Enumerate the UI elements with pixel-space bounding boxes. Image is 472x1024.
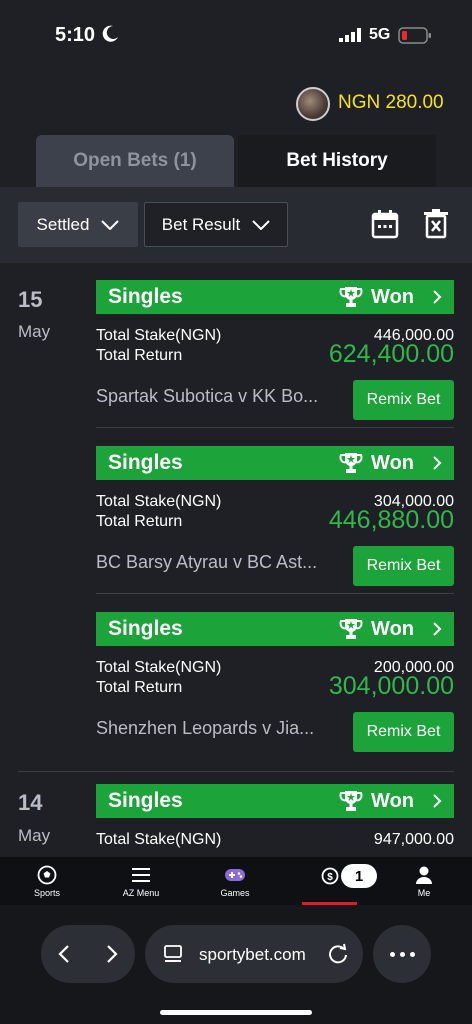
more-button[interactable]	[373, 925, 431, 983]
url-text: sportybet.com	[199, 945, 306, 964]
nav-games-label: Games	[220, 888, 250, 898]
signal-icon	[339, 28, 361, 42]
match-name: Shenzhen Leopards v Jia...	[96, 718, 315, 738]
return-value: 304,000.00	[328, 672, 454, 700]
tabs-icon	[164, 945, 182, 962]
return-label: Total Return	[96, 679, 183, 696]
tab-bet-history[interactable]: Bet History	[238, 135, 436, 187]
network-label: 5G	[369, 26, 391, 43]
nav-me-label: Me	[417, 888, 431, 898]
chevron-down-icon	[101, 219, 120, 230]
chevron-down-icon	[252, 219, 270, 230]
bet-card-header[interactable]: Singles Won	[96, 280, 454, 314]
calendar-icon[interactable]	[371, 209, 399, 239]
user-icon	[416, 866, 432, 884]
bet-type: Singles	[108, 285, 183, 308]
return-label: Total Return	[96, 347, 183, 364]
date-month: May	[18, 826, 51, 845]
bet-status: Won	[371, 789, 414, 812]
nav-sports-label: Sports	[33, 888, 60, 898]
status-bar: 5:10 5G	[0, 0, 472, 70]
bottom-nav: Sports AZ Menu Games $ Me	[0, 857, 472, 905]
bet-card-header[interactable]: Singles Won	[96, 612, 454, 646]
settled-dropdown[interactable]: Settled	[18, 202, 138, 247]
bet-card-header[interactable]: Singles Won	[96, 784, 454, 818]
gamepad-icon	[225, 869, 245, 881]
chevron-right-icon	[433, 456, 442, 470]
bet-slip-icon: $	[321, 867, 339, 885]
more-dot	[399, 951, 405, 957]
match-name: Spartak Subotica v KK Bo...	[96, 386, 319, 406]
bet-card[interactable]: Singles Won Total Stake(NGN) 947,000.00	[96, 784, 454, 857]
nav-az-menu[interactable]: AZ Menu	[101, 857, 181, 905]
bet-type: Singles	[108, 617, 183, 640]
bet-status: Won	[371, 285, 414, 308]
date-day: 15	[18, 287, 43, 312]
stake-label: Total Stake(NGN)	[96, 831, 222, 848]
home-indicator	[160, 1010, 312, 1015]
section-divider	[18, 771, 454, 772]
trophy-icon	[339, 287, 363, 307]
card-divider	[96, 593, 454, 594]
remix-bet-button[interactable]: Remix Bet	[353, 546, 454, 586]
bet-card-header[interactable]: Singles Won	[96, 446, 454, 480]
bet-result-dropdown[interactable]: Bet Result	[144, 202, 288, 247]
date-day: 14	[18, 790, 43, 815]
moon-icon	[102, 25, 118, 42]
chevron-right-icon	[433, 290, 442, 304]
match-name: BC Barsy Atyrau v BC Ast...	[96, 552, 318, 572]
trophy-icon	[339, 619, 363, 639]
nav-me[interactable]: Me	[384, 857, 464, 905]
forward-icon[interactable]	[105, 945, 119, 963]
more-dot	[389, 951, 395, 957]
status-time: 5:10	[55, 24, 96, 46]
trophy-icon	[339, 791, 363, 811]
bet-result-label: Bet Result	[161, 214, 241, 234]
remix-bet-button[interactable]: Remix Bet	[353, 712, 454, 752]
nav-sports[interactable]: Sports	[7, 857, 87, 905]
bet-card[interactable]: Singles Won Total Stake(NGN) 304,000.00 T…	[96, 446, 454, 596]
bet-card[interactable]: Singles Won Total Stake(NGN) 446,000.00 T…	[96, 280, 454, 430]
chevron-right-icon	[433, 622, 442, 636]
nav-az-menu-label: AZ Menu	[122, 888, 160, 898]
browser-nav-group	[41, 925, 135, 983]
bet-status: Won	[371, 451, 414, 474]
return-value: 446,880.00	[328, 506, 454, 534]
card-divider	[96, 427, 454, 428]
bet-card[interactable]: Singles Won Total Stake(NGN) 200,000.00 T…	[96, 612, 454, 762]
avatar[interactable]	[296, 87, 330, 121]
battery-icon	[398, 27, 431, 44]
nav-games[interactable]: Games	[195, 857, 275, 905]
bet-type: Singles	[108, 789, 183, 812]
address-bar[interactable]: sportybet.com	[145, 925, 363, 983]
back-icon[interactable]	[57, 945, 71, 963]
stake-value: 947,000.00	[373, 831, 454, 848]
soccer-ball-icon	[37, 865, 57, 885]
more-dot	[409, 951, 415, 957]
return-value: 624,400.00	[328, 340, 454, 368]
return-label: Total Return	[96, 513, 183, 530]
account-balance: NGN 280.00	[338, 92, 444, 113]
bet-status: Won	[371, 617, 414, 640]
bet-type: Singles	[108, 451, 183, 474]
menu-icon	[132, 868, 150, 882]
chevron-right-icon	[433, 794, 442, 808]
delete-icon[interactable]	[423, 209, 449, 239]
tab-open-bets[interactable]: Open Bets (1)	[36, 135, 234, 187]
remix-bet-button[interactable]: Remix Bet	[353, 380, 454, 420]
date-month: May	[18, 322, 51, 341]
trophy-icon	[339, 453, 363, 473]
svg-text:$: $	[327, 872, 333, 883]
reload-icon[interactable]	[327, 943, 349, 965]
open-bets-badge: 1	[341, 864, 377, 888]
settled-label: Settled	[36, 214, 90, 234]
